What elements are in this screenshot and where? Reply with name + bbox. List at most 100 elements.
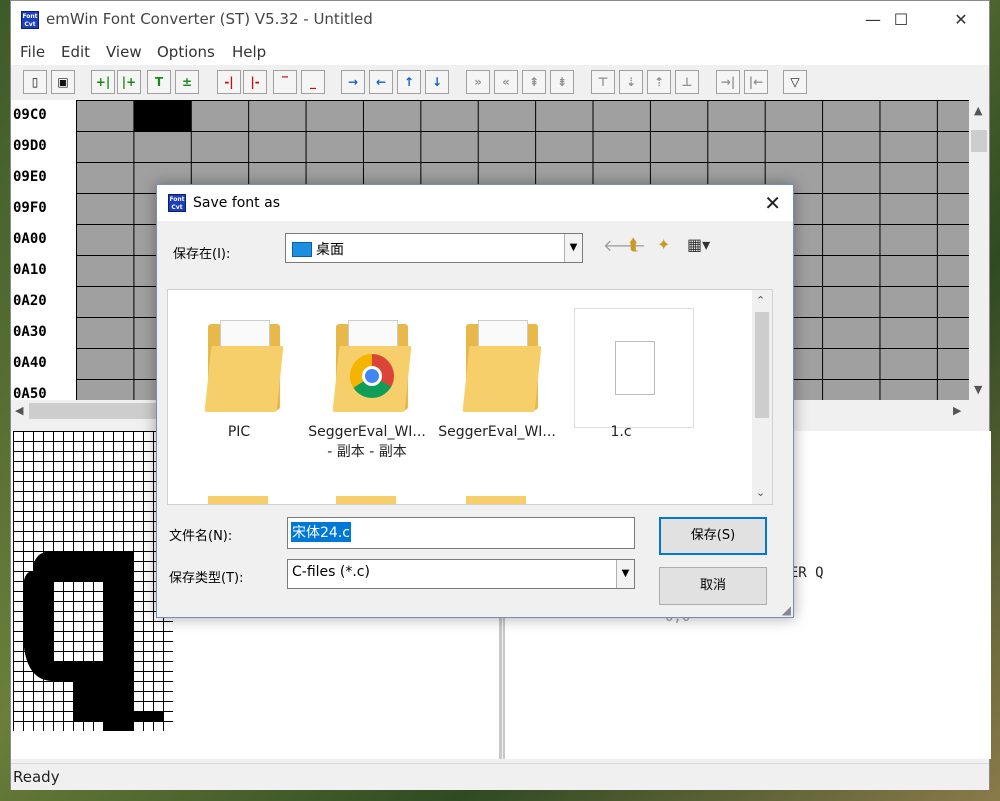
menu-file[interactable]: File xyxy=(20,43,45,61)
save-button[interactable]: 保存(S) xyxy=(659,517,767,555)
dialog-icon: Font Cvt xyxy=(168,194,186,212)
folder-icon xyxy=(462,316,542,412)
save-in-value: 桌面 xyxy=(316,242,344,258)
arrow-up-icon[interactable]: ↑ xyxy=(397,70,421,94)
menu-edit[interactable]: Edit xyxy=(61,43,90,61)
scroll-up-icon[interactable]: ▲ xyxy=(974,104,982,117)
chevron-down-icon[interactable]: ▼ xyxy=(616,560,634,588)
resize-grip-icon[interactable]: ◢ xyxy=(782,603,791,617)
insert-col-right-icon[interactable]: |+ xyxy=(117,70,141,94)
minimize-icon: — xyxy=(865,10,881,29)
file-list[interactable]: PIC SeggerEval_WI... - 副本 - 副本 SeggerEva… xyxy=(167,289,773,505)
insert-col-left-icon[interactable]: +| xyxy=(91,70,115,94)
toolbar: ▯ ▣ +| |+ T ± -| |- ‾ _ → ← ↑ ↓ » « ⇞ ⇟ … xyxy=(11,67,989,99)
shift-right-icon[interactable]: » xyxy=(466,70,490,94)
scroll-left-icon[interactable]: ◀ xyxy=(15,404,23,417)
file-label: 1.c xyxy=(550,422,692,442)
file-name-line2: - 副本 - 副本 xyxy=(327,444,407,460)
filename-input[interactable]: 宋体24.c xyxy=(287,517,635,549)
up-folder-icon[interactable]: ⮬ xyxy=(629,235,639,255)
app-icon-text-top: Font xyxy=(22,13,38,20)
scroll-thumb[interactable] xyxy=(971,130,987,152)
file-item-pic[interactable]: PIC xyxy=(178,298,300,478)
scroll-right-icon[interactable]: ▶ xyxy=(953,404,961,417)
scroll-thumb[interactable] xyxy=(29,403,159,419)
shift-up-icon[interactable]: ⇞ xyxy=(522,70,546,94)
c-file-icon xyxy=(574,308,694,428)
dialog-close-icon[interactable]: ✕ xyxy=(764,191,781,215)
shift-down-icon[interactable]: ⇟ xyxy=(550,70,574,94)
row-label: 0A30 xyxy=(13,324,47,340)
file-name: PIC xyxy=(227,424,251,440)
menu-view[interactable]: View xyxy=(106,43,142,61)
maximize-button[interactable]: ☐ xyxy=(881,7,921,33)
folder-icon xyxy=(336,496,396,504)
dialog-title: Save font as xyxy=(193,195,280,211)
insert-row-bottom-icon[interactable]: ± xyxy=(175,70,199,94)
status-text: Ready xyxy=(13,768,60,786)
insert-row-top-icon[interactable]: T xyxy=(147,70,171,94)
back-icon[interactable]: 🡐 xyxy=(603,235,646,255)
dialog-icon-text-top: Font xyxy=(169,196,185,203)
filetype-select[interactable]: C-files (*.c) ▼ xyxy=(287,559,635,589)
file-item-1c[interactable]: 1.c xyxy=(560,298,694,478)
row-label: 09F0 xyxy=(13,200,47,216)
delete-col-right-icon[interactable]: |- xyxy=(243,70,267,94)
save-icon[interactable]: ▣ xyxy=(51,70,75,94)
menu-bar: File Edit View Options Help xyxy=(11,39,989,65)
delete-col-left-icon[interactable]: -| xyxy=(217,70,241,94)
folder-icon xyxy=(208,496,268,504)
save-in-label: 保存在(I): xyxy=(173,247,231,262)
pixel-grid[interactable] xyxy=(13,431,173,731)
window-title: emWin Font Converter (ST) V5.32 - Untitl… xyxy=(46,10,373,28)
file-item-seggereval-copy[interactable]: SeggerEval_WI... - 副本 - 副本 xyxy=(306,298,428,478)
title-bar: Font Cvt emWin Font Converter (ST) V5.32… xyxy=(11,1,989,39)
delete-row-top-icon[interactable]: ‾ xyxy=(273,70,297,94)
cancel-button[interactable]: 取消 xyxy=(659,567,767,605)
shift-left-icon[interactable]: « xyxy=(494,70,518,94)
align-left-icon[interactable]: |← xyxy=(744,70,768,94)
save-font-dialog: Font Cvt Save font as ✕ 保存在(I): 桌面 ▼ 🡐 ⮬… xyxy=(156,184,794,618)
align-right-icon[interactable]: →| xyxy=(716,70,740,94)
file-label: SeggerEval_WI... xyxy=(426,422,568,442)
chevron-down-icon[interactable]: ▼ xyxy=(564,234,582,262)
scroll-down-icon[interactable]: ▼ xyxy=(974,383,982,396)
menu-help[interactable]: Help xyxy=(232,43,266,61)
grid-vertical-scrollbar[interactable]: ▲ ▼ xyxy=(969,100,989,400)
filetype-label: 保存类型(T): xyxy=(169,571,244,586)
file-item-seggereval[interactable]: SeggerEval_WI... xyxy=(436,298,558,478)
desktop-icon xyxy=(292,242,312,257)
filetype-value: C-files (*.c) xyxy=(292,564,370,580)
row-label: 0A40 xyxy=(13,355,47,371)
menu-options[interactable]: Options xyxy=(157,43,215,61)
new-folder-icon[interactable]: ✦ xyxy=(657,235,670,254)
new-file-icon[interactable]: ▯ xyxy=(23,70,47,94)
status-bar: Ready xyxy=(11,763,989,790)
row-label: 09D0 xyxy=(13,138,47,154)
folder-icon xyxy=(466,496,526,504)
row-label: 0A10 xyxy=(13,262,47,278)
glyph-q-preview xyxy=(23,551,163,731)
file-label: SeggerEval_WI... - 副本 - 副本 xyxy=(296,422,438,462)
scroll-thumb[interactable] xyxy=(755,312,769,418)
scroll-up-icon[interactable]: ⌃ xyxy=(756,294,765,307)
file-label: PIC xyxy=(168,422,310,442)
close-icon: ✕ xyxy=(954,10,968,29)
delete-row-bottom-icon[interactable]: _ xyxy=(301,70,325,94)
row-label: 0A50 xyxy=(13,386,47,400)
arrow-left-icon[interactable]: ← xyxy=(369,70,393,94)
file-name: SeggerEval_WI... xyxy=(308,424,426,440)
chrome-folder-icon xyxy=(332,316,412,412)
filter-icon[interactable]: ▽ xyxy=(783,70,807,94)
save-in-combo[interactable]: 桌面 ▼ xyxy=(285,233,583,263)
scroll-down-icon[interactable]: ⌄ xyxy=(756,486,765,499)
view-menu-icon[interactable]: ▦▾ xyxy=(687,235,710,254)
close-button[interactable]: ✕ xyxy=(941,7,981,33)
move-top-icon[interactable]: ⊤ xyxy=(591,70,615,94)
file-list-scrollbar[interactable]: ⌃ ⌄ xyxy=(752,290,772,504)
move-down-icon[interactable]: ⇣ xyxy=(619,70,643,94)
move-up-icon[interactable]: ⇡ xyxy=(647,70,671,94)
move-bottom-icon[interactable]: ⊥ xyxy=(675,70,699,94)
arrow-right-icon[interactable]: → xyxy=(341,70,365,94)
arrow-down-icon[interactable]: ↓ xyxy=(425,70,449,94)
